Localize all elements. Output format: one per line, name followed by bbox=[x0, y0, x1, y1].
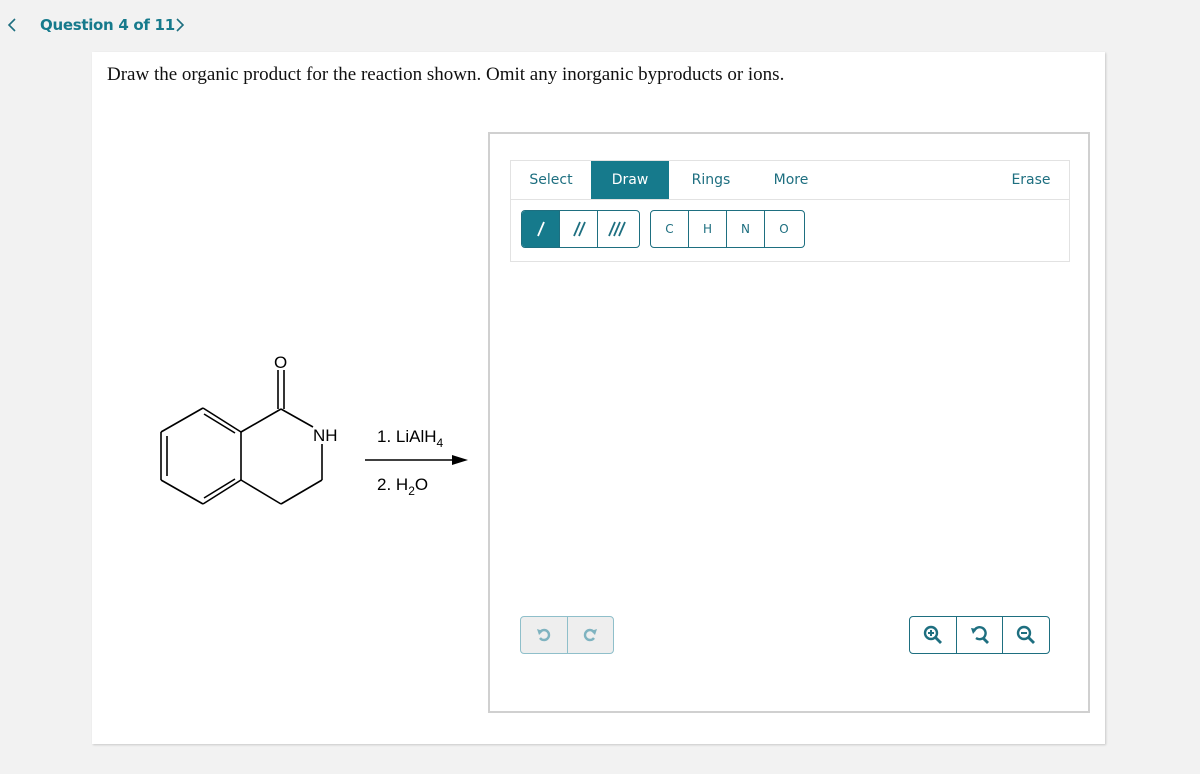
reactant-structure bbox=[160, 370, 323, 505]
triple-bond-button[interactable] bbox=[598, 211, 636, 247]
tools-row: C H N O bbox=[510, 200, 1070, 262]
oxygen-label: O bbox=[274, 353, 287, 372]
reagent-2: 2. H2O bbox=[377, 475, 428, 498]
question-prompt: Draw the organic product for the reactio… bbox=[107, 64, 785, 85]
editor-tabs: Select Draw Rings More Erase bbox=[510, 160, 1070, 200]
redo-icon bbox=[584, 628, 598, 642]
arrow-head bbox=[452, 455, 468, 465]
zoom-controls bbox=[909, 616, 1050, 654]
undo-icon bbox=[536, 628, 550, 642]
reagent-1: 1. LiAlH4 bbox=[377, 427, 444, 450]
history-controls bbox=[520, 616, 614, 654]
tab-select[interactable]: Select bbox=[511, 161, 591, 199]
atom-n-button[interactable]: N bbox=[727, 211, 765, 247]
undo-button[interactable] bbox=[521, 617, 568, 653]
atom-tools: C H N O bbox=[650, 210, 805, 248]
editor-toolbar: Select Draw Rings More Erase C H N O bbox=[510, 160, 1070, 262]
question-navigation: Question 4 of 11 bbox=[0, 0, 300, 52]
chevron-left-icon[interactable] bbox=[4, 14, 20, 36]
triple-bond-icon bbox=[608, 221, 626, 237]
structure-editor: Select Draw Rings More Erase C H N O bbox=[488, 132, 1090, 713]
reset-zoom-button[interactable] bbox=[957, 617, 1004, 653]
single-bond-icon bbox=[536, 221, 545, 237]
erase-button[interactable]: Erase bbox=[991, 161, 1071, 199]
redo-button[interactable] bbox=[568, 617, 614, 653]
atom-h-button[interactable]: H bbox=[689, 211, 727, 247]
nitrogen-label: NH bbox=[313, 426, 338, 445]
question-card: Draw the organic product for the reactio… bbox=[92, 52, 1105, 744]
tab-more[interactable]: More bbox=[751, 161, 831, 199]
chevron-right-icon[interactable] bbox=[172, 14, 188, 36]
question-counter: Question 4 of 11 bbox=[40, 16, 175, 34]
double-bond-icon bbox=[572, 221, 586, 237]
reset-zoom-icon bbox=[970, 626, 989, 644]
single-bond-button[interactable] bbox=[522, 211, 560, 247]
zoom-out-icon bbox=[1016, 625, 1036, 644]
zoom-in-icon bbox=[923, 625, 942, 644]
zoom-out-button[interactable] bbox=[1003, 617, 1049, 653]
tab-draw[interactable]: Draw bbox=[591, 161, 669, 199]
atom-c-button[interactable]: C bbox=[651, 211, 689, 247]
tab-rings[interactable]: Rings bbox=[671, 161, 751, 199]
bond-tools bbox=[521, 210, 640, 248]
double-bond-button[interactable] bbox=[560, 211, 598, 247]
zoom-in-button[interactable] bbox=[910, 617, 957, 653]
atom-o-button[interactable]: O bbox=[765, 211, 803, 247]
